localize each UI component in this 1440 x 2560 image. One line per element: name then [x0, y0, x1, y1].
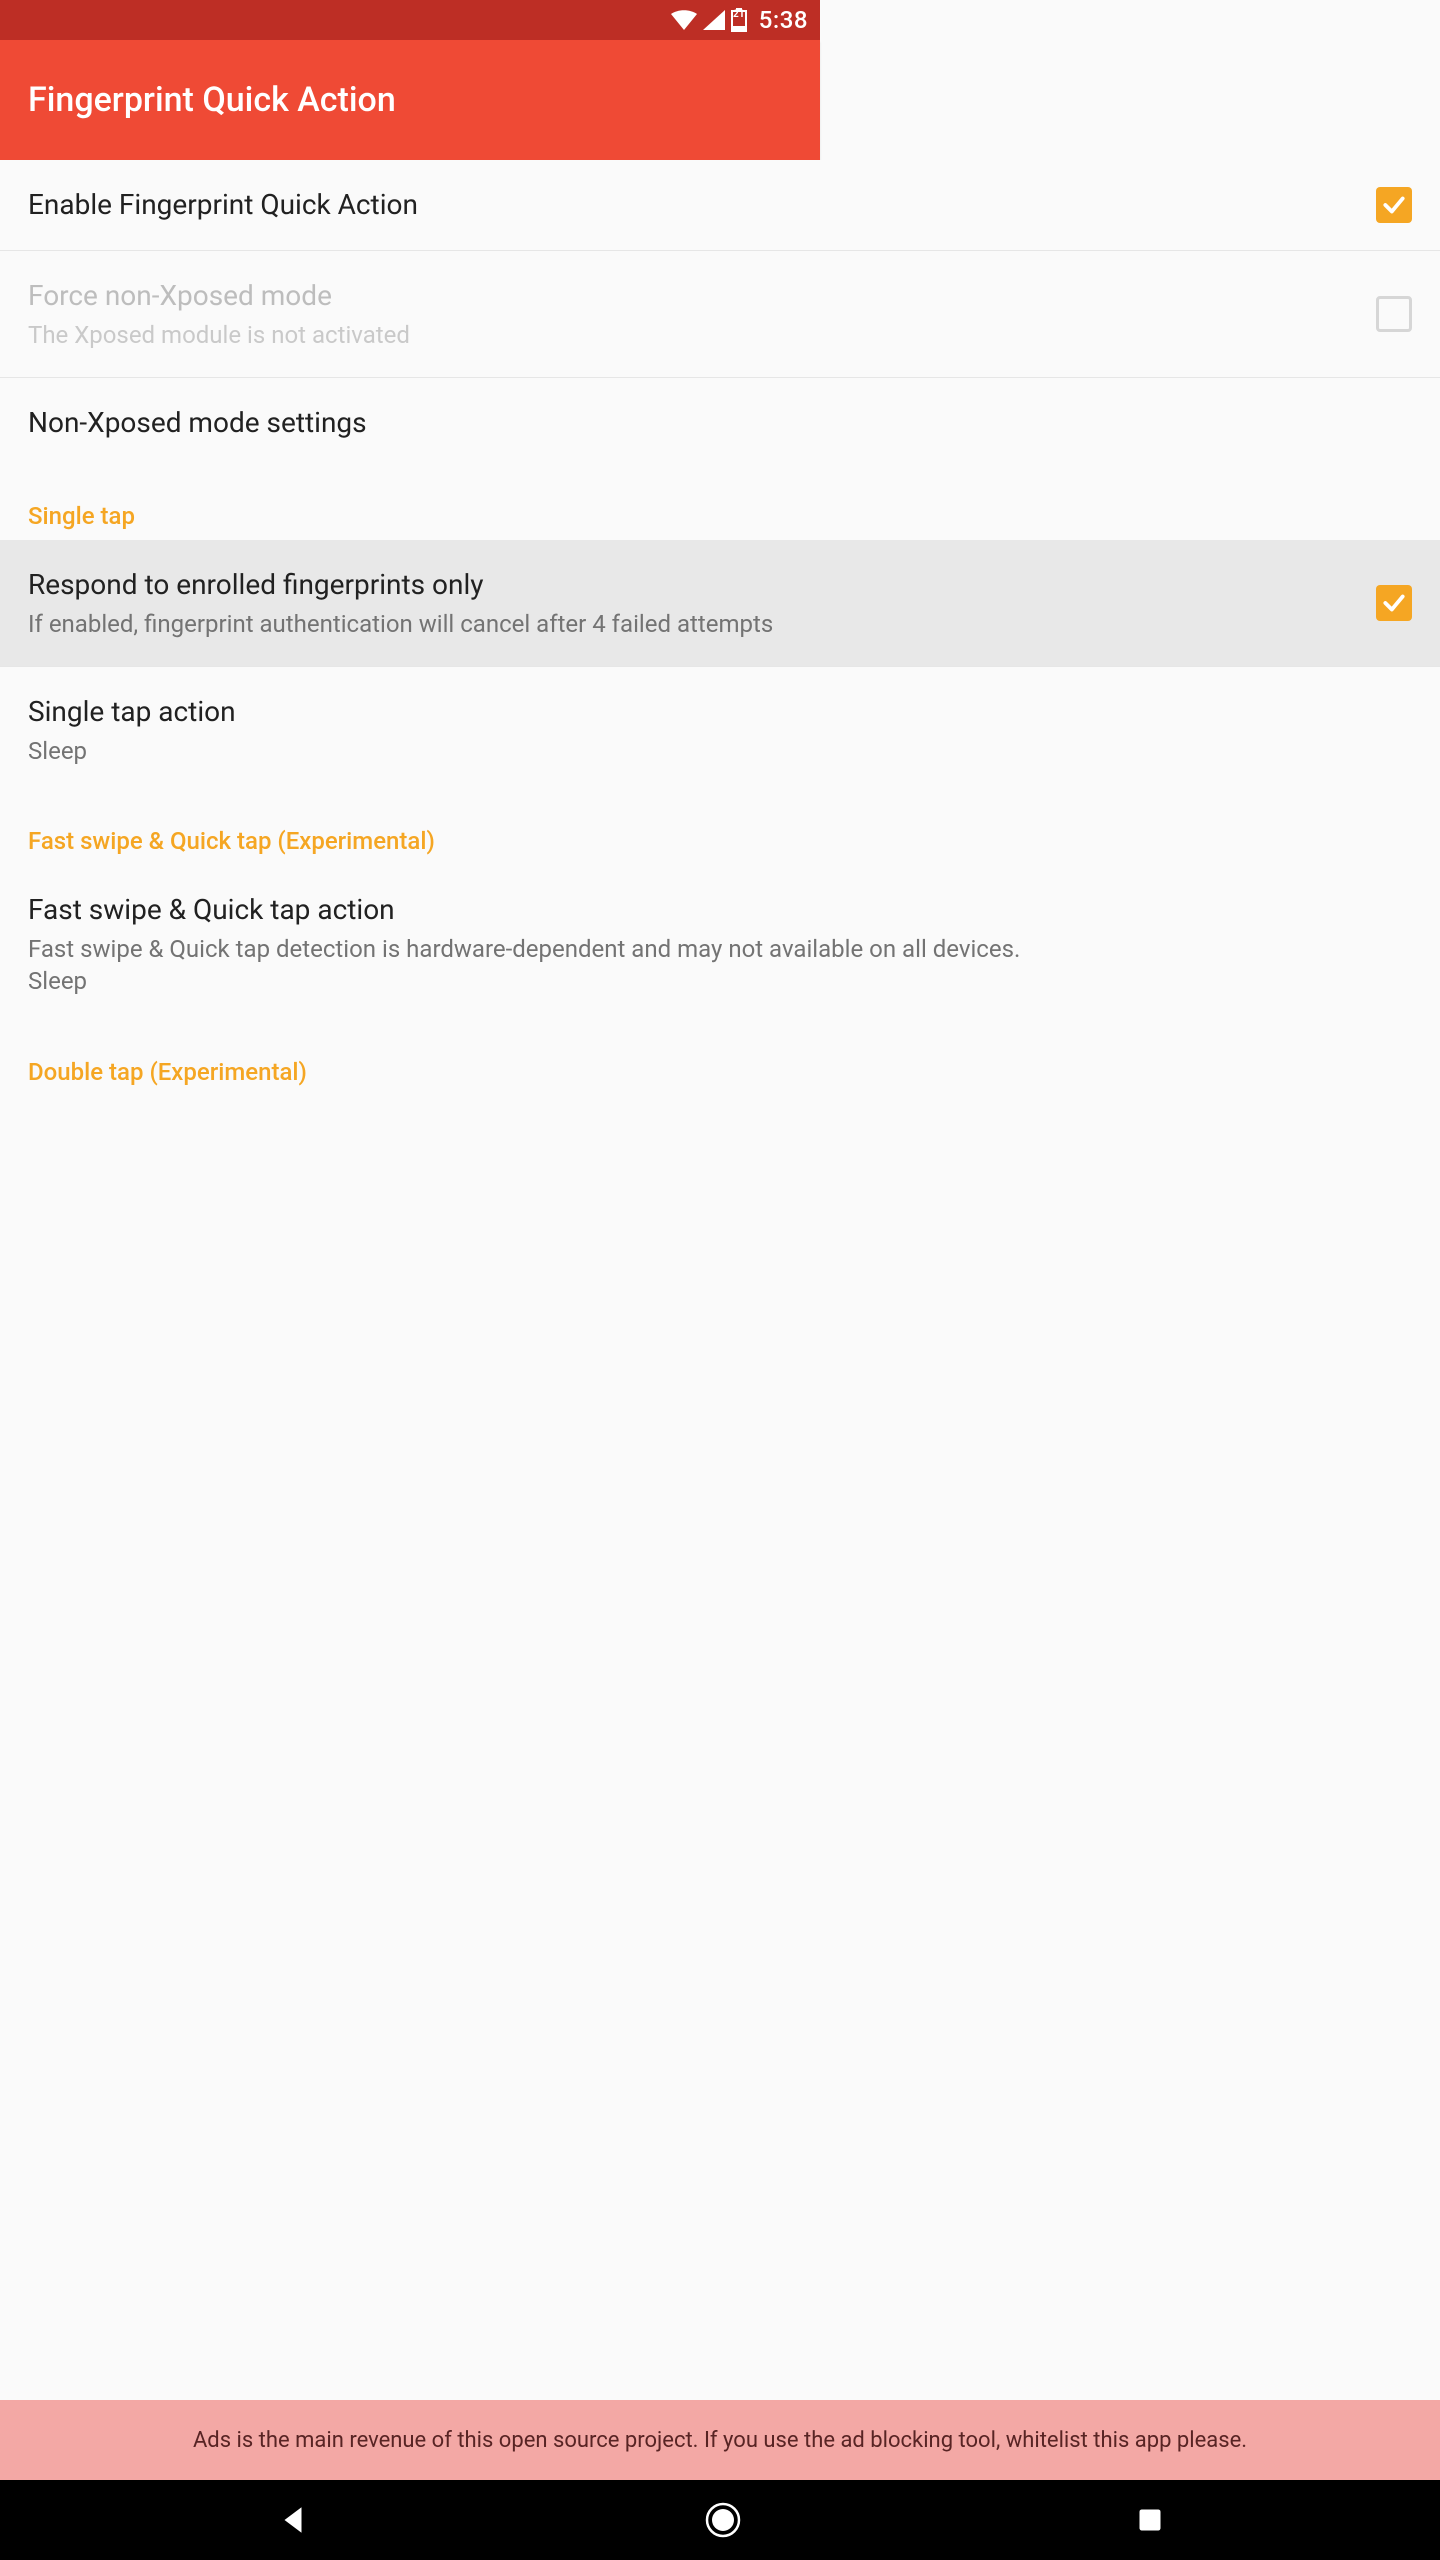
setting-sublabel: The Xposed module is not activated — [28, 319, 1356, 351]
status-time: 5:38 — [759, 6, 808, 34]
battery-icon: 21 — [731, 8, 747, 32]
checkbox-enable-fingerprint[interactable] — [1376, 187, 1412, 223]
setting-single-tap-action[interactable]: Single tap action Sleep — [0, 667, 1440, 793]
setting-label: Single tap action — [28, 693, 1392, 731]
setting-sublabel: Fast swipe & Quick tap detection is hard… — [28, 933, 1392, 998]
setting-sublabel: If enabled, fingerprint authentication w… — [28, 608, 1356, 640]
section-double-tap: Double tap (Experimental) — [0, 1024, 1440, 1096]
recents-button[interactable] — [1136, 2506, 1164, 2534]
navigation-bar — [0, 2480, 1440, 2560]
back-button[interactable] — [276, 2503, 310, 2537]
setting-label: Non-Xposed mode settings — [28, 404, 1392, 442]
ad-banner[interactable]: Ads is the main revenue of this open sou… — [0, 2400, 1440, 2480]
appbar: Fingerprint Quick Action — [0, 40, 820, 160]
wifi-icon — [671, 10, 697, 30]
setting-label: Force non-Xposed mode — [28, 277, 1356, 315]
setting-force-non-xposed: Force non-Xposed mode The Xposed module … — [0, 251, 1440, 378]
setting-label: Enable Fingerprint Quick Action — [28, 186, 1356, 224]
setting-fast-swipe-action[interactable]: Fast swipe & Quick tap action Fast swipe… — [0, 865, 1440, 1024]
app-title: Fingerprint Quick Action — [28, 80, 396, 120]
checkbox-force-non-xposed — [1376, 296, 1412, 332]
ad-banner-text: Ads is the main revenue of this open sou… — [193, 2428, 1247, 2453]
setting-label: Fast swipe & Quick tap action — [28, 891, 1392, 929]
setting-respond-enrolled[interactable]: Respond to enrolled fingerprints only If… — [0, 540, 1440, 667]
setting-enable-fingerprint[interactable]: Enable Fingerprint Quick Action — [0, 160, 1440, 251]
section-single-tap: Single tap — [0, 468, 1440, 540]
setting-label: Respond to enrolled fingerprints only — [28, 566, 1356, 604]
cellular-icon — [703, 10, 725, 30]
setting-value: Sleep — [28, 735, 1392, 767]
home-button[interactable] — [703, 2500, 743, 2540]
battery-percentage: 21 — [731, 10, 747, 20]
section-fast-swipe: Fast swipe & Quick tap (Experimental) — [0, 793, 1440, 865]
status-bar: 21 5:38 — [0, 0, 820, 40]
settings-list: Enable Fingerprint Quick Action Force no… — [0, 160, 1440, 2430]
checkbox-respond-enrolled[interactable] — [1376, 585, 1412, 621]
setting-non-xposed-mode-settings[interactable]: Non-Xposed mode settings — [0, 378, 1440, 468]
